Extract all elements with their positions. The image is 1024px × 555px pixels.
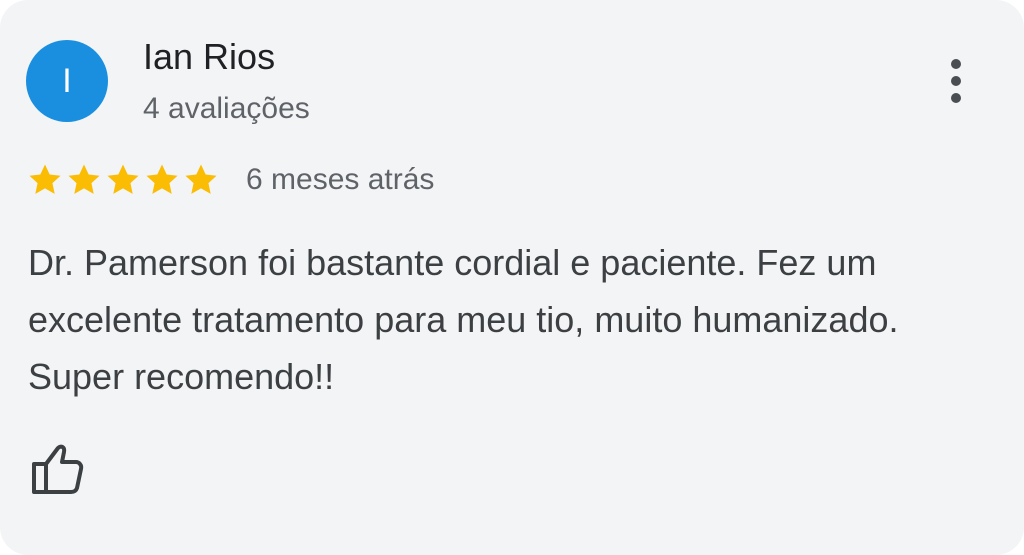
star-icon: [143, 161, 181, 199]
more-vert-icon-dot: [951, 76, 961, 86]
reviewer-name[interactable]: Ian Rios: [143, 35, 275, 79]
review-text: Dr. Pamerson foi bastante cordial e paci…: [28, 242, 899, 397]
star-icon: [26, 161, 64, 199]
like-button[interactable]: [30, 442, 86, 496]
thumbs-up-icon: [32, 444, 84, 494]
avatar-initial: I: [62, 61, 72, 100]
star-icon: [182, 161, 220, 199]
more-vert-icon-dot: [951, 93, 961, 103]
avatar[interactable]: I: [26, 40, 108, 122]
star-icon: [104, 161, 142, 199]
more-options-button[interactable]: [930, 52, 982, 110]
star-rating: [26, 160, 220, 200]
reviewer-review-count: 4 avaliações: [143, 92, 310, 125]
more-vert-icon: [951, 59, 961, 69]
review-card: I Ian Rios 4 avaliações 6 meses atrás Dr…: [0, 0, 1024, 555]
star-icon: [65, 161, 103, 199]
review-date: 6 meses atrás: [246, 163, 435, 196]
